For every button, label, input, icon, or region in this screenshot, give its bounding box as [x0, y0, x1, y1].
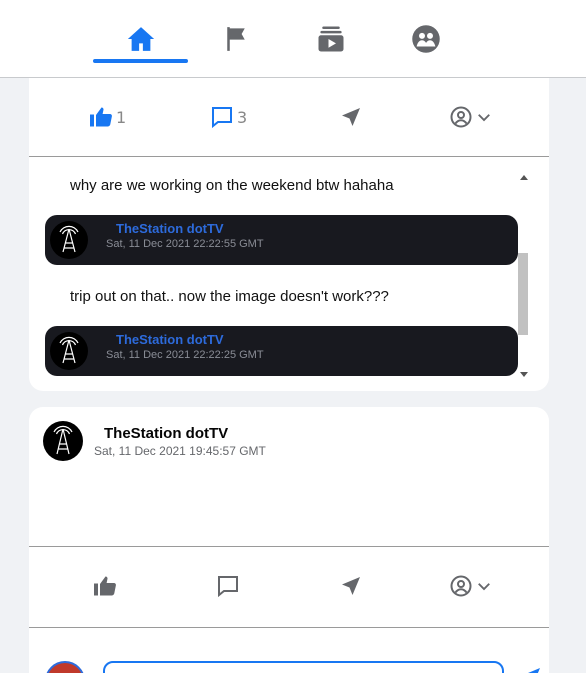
share-button[interactable] — [339, 78, 363, 156]
post-card: 1 3 why are we working on the weekend bt… — [29, 78, 549, 391]
tab-home[interactable] — [93, 0, 188, 78]
like-button[interactable]: 1 — [89, 78, 126, 156]
flag-icon — [226, 27, 245, 51]
current-user-avatar[interactable] — [45, 661, 85, 673]
tab-groups[interactable] — [378, 0, 473, 78]
groups-icon — [411, 25, 440, 53]
scroll-down-arrow-icon[interactable] — [520, 372, 528, 377]
avatar[interactable] — [43, 421, 83, 461]
watch-icon — [318, 26, 343, 52]
comment-text: trip out on that.. now the image doesn't… — [70, 288, 389, 305]
thumbs-up-icon — [94, 576, 116, 596]
avatar[interactable] — [50, 221, 88, 259]
send-comment-icon[interactable] — [519, 665, 543, 673]
active-tab-indicator — [93, 59, 188, 63]
like-count: 1 — [116, 107, 127, 127]
radio-tower-logo-icon — [59, 336, 79, 364]
home-icon — [127, 27, 154, 51]
audience-selector[interactable] — [449, 78, 493, 156]
radio-tower-logo-icon — [59, 225, 79, 253]
comment-author-bar: TheStation dotTV Sat, 11 Dec 2021 22:22:… — [45, 215, 518, 265]
comment-timestamp: Sat, 11 Dec 2021 22:22:55 GMT — [106, 238, 264, 250]
thumbs-up-icon — [90, 107, 112, 127]
post-timestamp: Sat, 11 Dec 2021 19:45:57 GMT — [94, 444, 266, 458]
tab-watch[interactable] — [283, 0, 378, 78]
scroll-up-arrow-icon[interactable] — [520, 175, 528, 180]
post-card: TheStation dotTV Sat, 11 Dec 2021 19:45:… — [29, 407, 549, 673]
comment-timestamp: Sat, 11 Dec 2021 22:22:25 GMT — [106, 349, 264, 361]
scrollbar-thumb[interactable] — [518, 253, 528, 335]
comment-button[interactable]: 3 — [210, 78, 247, 156]
post-actions — [29, 547, 549, 625]
comment-button[interactable] — [216, 547, 240, 625]
comment-author-name[interactable]: TheStation dotTV — [116, 332, 224, 347]
comment-author-name[interactable]: TheStation dotTV — [116, 221, 224, 236]
tab-pages[interactable] — [188, 0, 283, 78]
comment-text: why are we working on the weekend btw ha… — [70, 177, 394, 194]
top-navigation — [0, 0, 586, 78]
post-actions: 1 3 — [29, 78, 549, 156]
divider — [29, 627, 549, 628]
send-icon — [342, 108, 360, 126]
share-button[interactable] — [339, 547, 363, 625]
audience-selector[interactable] — [449, 547, 493, 625]
send-icon — [342, 577, 360, 595]
comment-icon — [218, 576, 238, 598]
comment-list[interactable]: why are we working on the weekend btw ha… — [29, 157, 549, 377]
account-circle-icon — [450, 106, 472, 128]
chevron-down-icon — [478, 114, 490, 122]
comment-input[interactable] — [103, 661, 504, 673]
post-author-name[interactable]: TheStation dotTV — [104, 425, 228, 442]
radio-tower-logo-icon — [53, 425, 73, 455]
comment-author-bar: TheStation dotTV Sat, 11 Dec 2021 22:22:… — [45, 326, 518, 376]
like-button[interactable] — [93, 547, 117, 625]
comment-scrollbar[interactable] — [518, 175, 532, 377]
chevron-down-icon — [478, 583, 490, 591]
avatar[interactable] — [50, 332, 88, 370]
comment-icon — [212, 107, 232, 129]
account-circle-icon — [450, 575, 472, 597]
comment-count: 3 — [237, 107, 248, 127]
